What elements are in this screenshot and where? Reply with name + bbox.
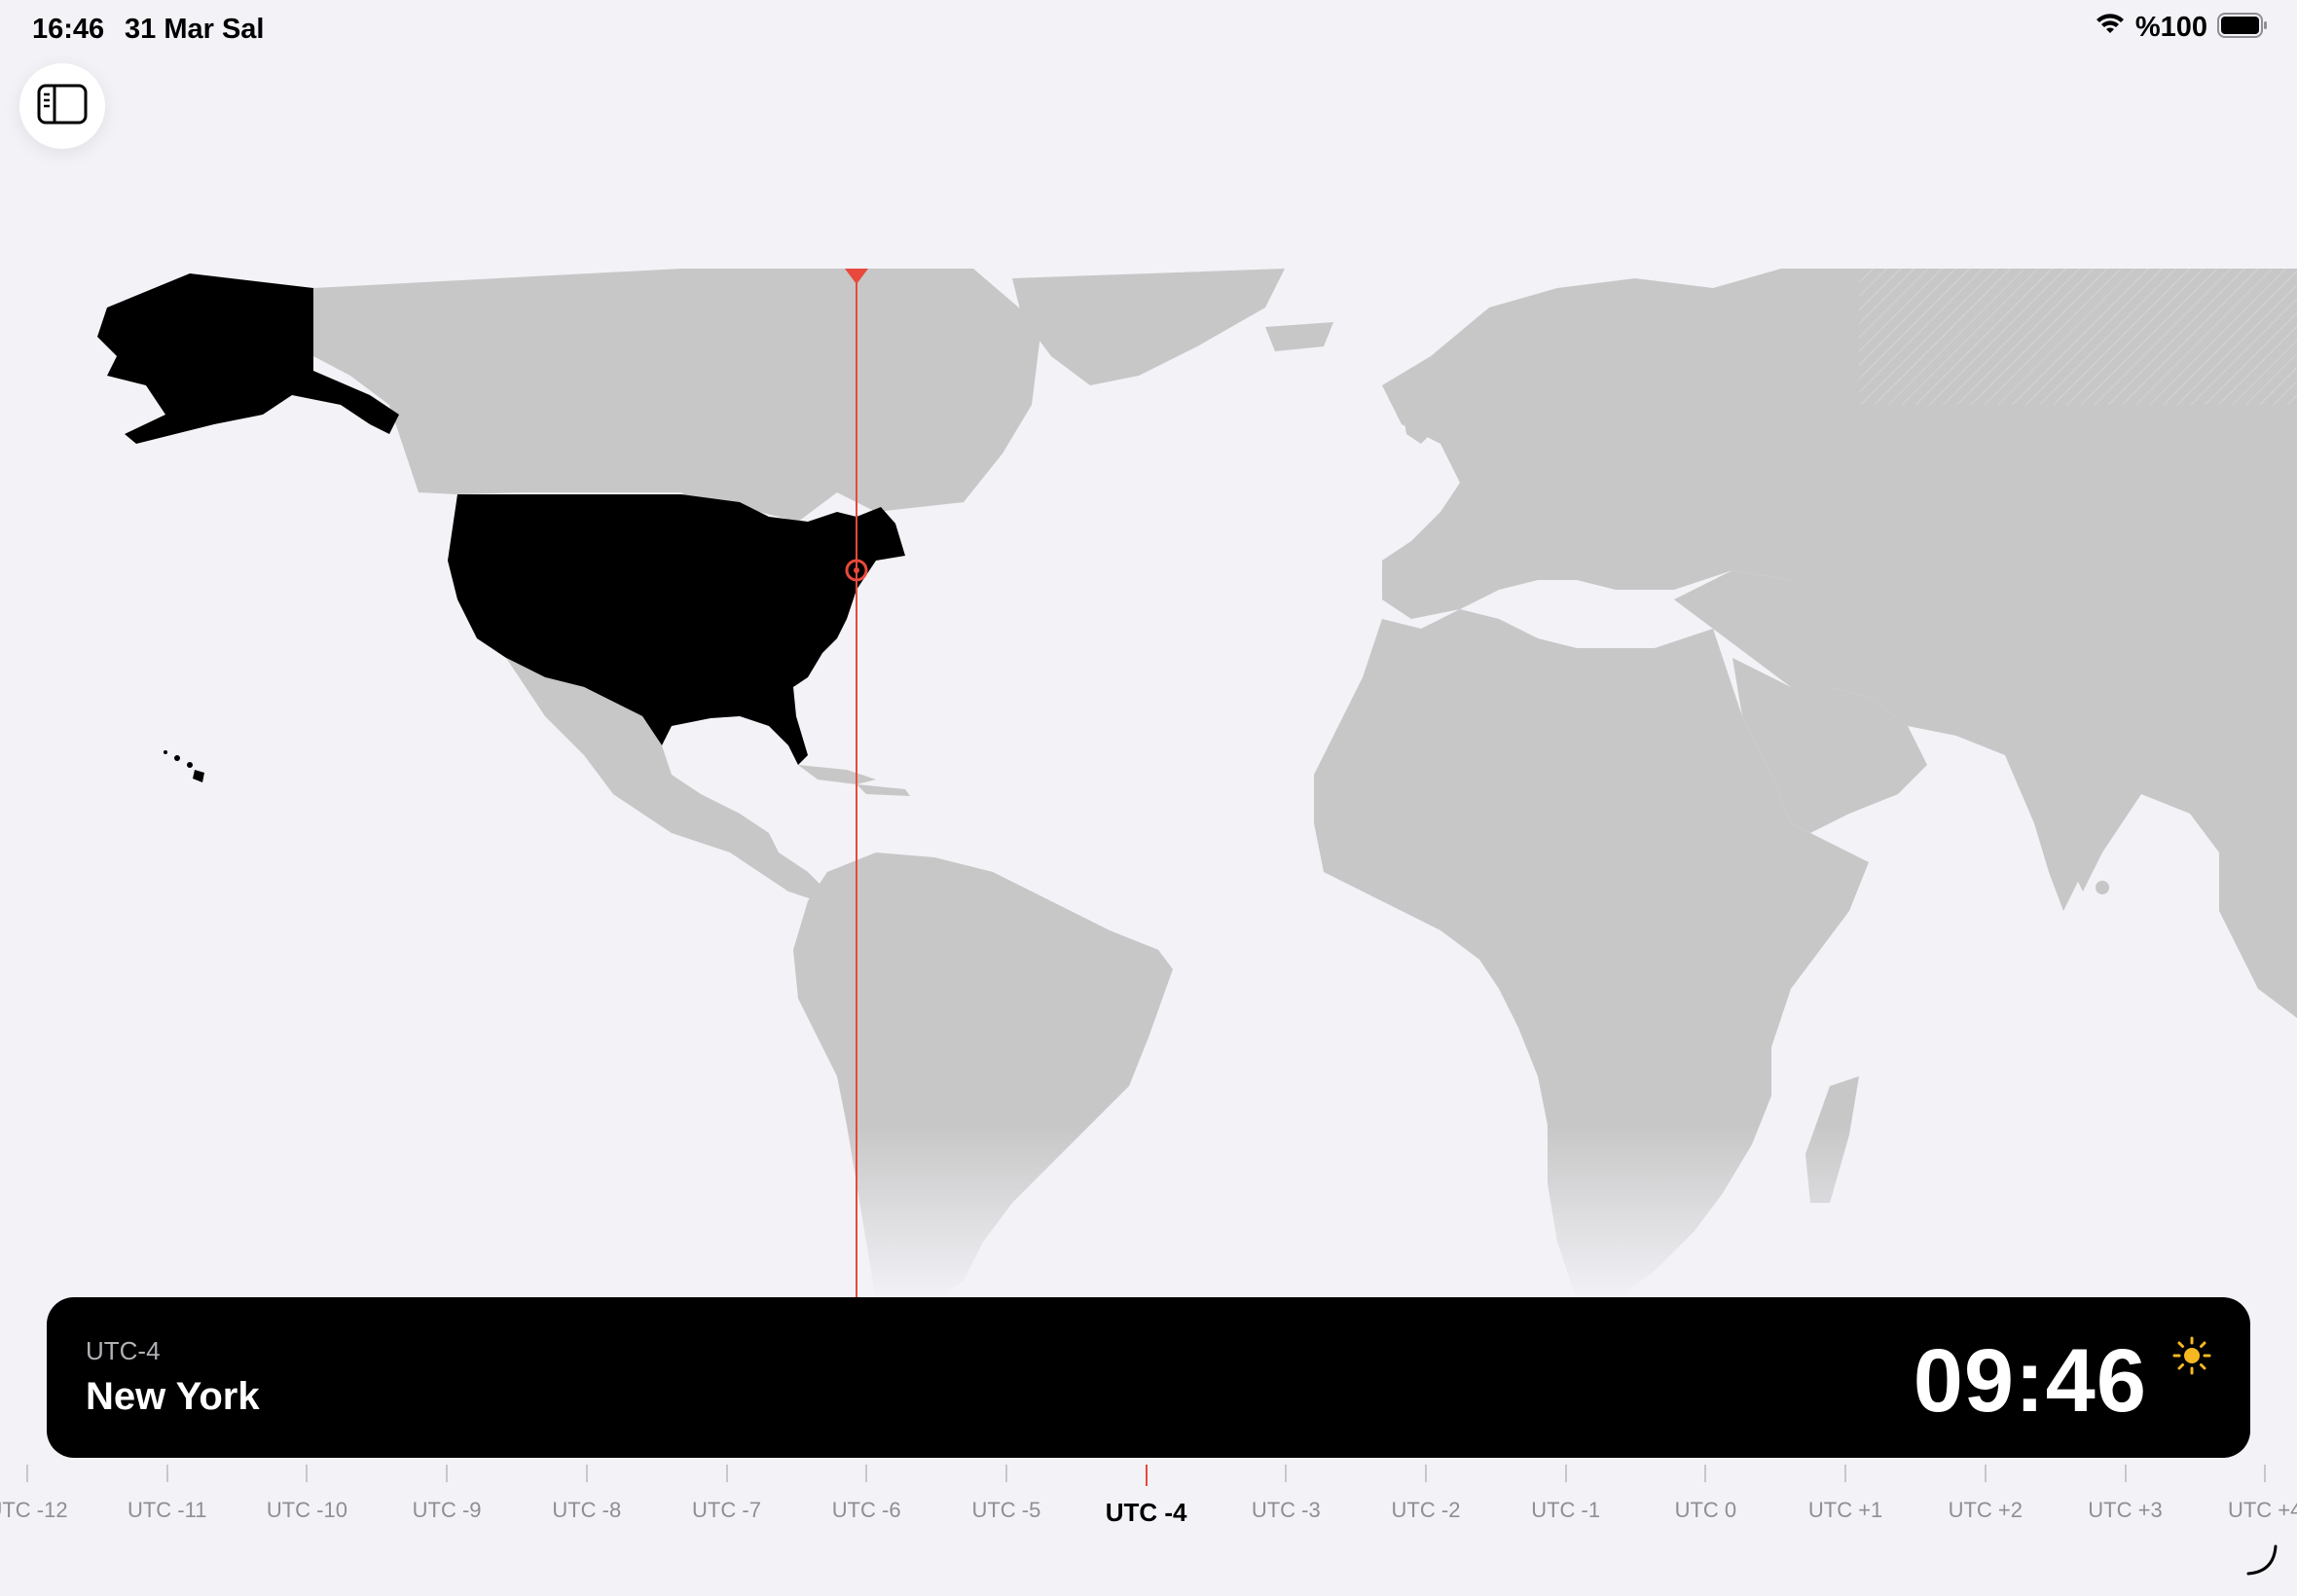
timezone-tick [585,1465,588,1482]
timezone-tick [865,1465,868,1482]
timezone-item[interactable]: UTC +3 [2048,1465,2204,1523]
status-bar: 16:46 31 Mar Sal %100 [0,0,2297,62]
map-fade [0,1125,2297,1300]
status-time: 16:46 [32,14,105,45]
timezone-label: UTC -5 [971,1498,1041,1522]
battery-icon [2217,13,2268,43]
timezone-tick [165,1465,168,1482]
timezone-label: UTC -4 [1105,1498,1187,1527]
timezone-tick [2124,1465,2127,1482]
timezone-label: UTC +3 [2088,1498,2163,1522]
sun-icon [2172,1336,2211,1380]
timezone-item[interactable]: UTC 0 [1627,1465,1783,1523]
status-date: 31 Mar Sal [125,14,265,45]
timezone-scale[interactable]: UTC -12UTC -11UTC -10UTC -9UTC -8UTC -7U… [0,1465,2297,1552]
resize-handle-icon[interactable] [2244,1542,2279,1582]
timezone-tick [725,1465,728,1482]
timezone-label: UTC -1 [1531,1498,1601,1522]
timezone-tick [2264,1465,2267,1482]
timezone-tick [1285,1465,1288,1482]
timezone-item[interactable]: UTC -7 [649,1465,805,1523]
europe-shape [1382,269,1849,619]
sidebar-toggle-icon [37,84,88,129]
timezone-item[interactable]: UTC +2 [1908,1465,2063,1523]
timezone-label: UTC -10 [266,1498,347,1522]
timezone-label: UTC -3 [1251,1498,1321,1522]
timezone-item[interactable]: UTC -9 [369,1465,525,1523]
battery-percentage: %100 [2134,12,2207,43]
hawaii-shape [164,750,204,782]
timezone-item[interactable]: UTC +1 [1768,1465,1923,1523]
wifi-icon [2095,14,2126,42]
timezone-item[interactable]: UTC -10 [229,1465,384,1523]
city-name: New York [86,1375,260,1418]
world-map[interactable] [0,269,2297,1300]
timezone-item[interactable]: UTC -6 [788,1465,944,1523]
caribbean-shape [798,765,910,796]
usa-shape [448,494,905,765]
timezone-item[interactable]: UTC +4 [2187,1465,2297,1523]
timezone-tick [26,1465,28,1482]
timezone-item[interactable]: UTC -3 [1208,1465,1364,1523]
timezone-label: UTC +1 [1807,1498,1883,1522]
sidebar-toggle-button[interactable] [19,63,105,149]
timezone-label: UTC -2 [1391,1498,1461,1522]
timezone-label: UTC 0 [1674,1498,1737,1522]
timezone-item[interactable]: UTC -5 [929,1465,1084,1523]
canada-shape [313,269,1041,522]
timezone-tick [1564,1465,1567,1482]
timezone-label: UTC -9 [412,1498,482,1522]
timezone-item[interactable]: UTC -4 [1069,1465,1224,1528]
timezone-label: UTC -6 [831,1498,901,1522]
timezone-tick [1844,1465,1847,1482]
timezone-label: UTC +2 [1948,1498,2023,1522]
timezone-tick [306,1465,309,1482]
timezone-item[interactable]: UTC -8 [509,1465,665,1523]
status-indicators: %100 [2095,12,2268,44]
timezone-label: UTC -8 [552,1498,622,1522]
timezone-item[interactable]: UTC -1 [1488,1465,1644,1523]
timezone-tick [1425,1465,1427,1482]
timezone-label: UTC -7 [692,1498,761,1522]
timezone-item[interactable]: UTC -2 [1348,1465,1504,1523]
timezone-tick [1704,1465,1707,1482]
timezone-tick [1145,1465,1148,1486]
selected-city-card[interactable]: UTC-4 New York 09:46 [47,1297,2250,1458]
timezone-label: UTC -11 [127,1498,207,1522]
hatched-region [1859,269,2297,405]
timezone-item[interactable]: UTC -11 [90,1465,245,1523]
timezone-tick [1004,1465,1007,1482]
utc-offset-label: UTC-4 [86,1336,161,1365]
timezone-label: UTC +4 [2227,1498,2297,1522]
local-time: 09:46 [1913,1331,2147,1431]
timezone-tick [1984,1465,1987,1482]
timezone-tick [446,1465,449,1482]
greenland-shape [1012,269,1333,385]
